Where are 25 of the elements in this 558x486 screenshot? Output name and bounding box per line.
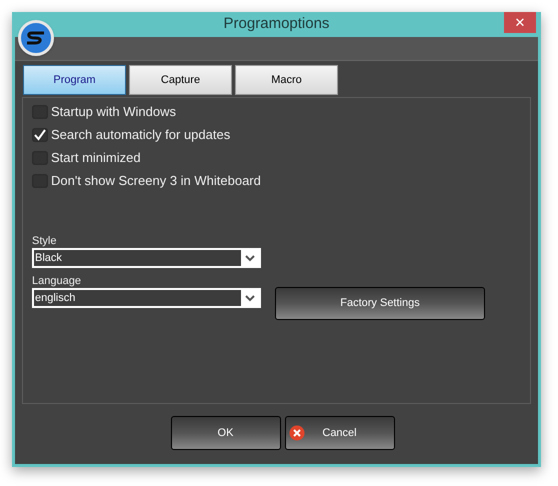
option-label: Startup with Windows [51, 103, 176, 122]
dropdown-value: englisch [34, 290, 241, 306]
checkbox[interactable] [32, 128, 48, 142]
option-label: Search automaticly for updates [51, 126, 230, 144]
cancel-button[interactable]: Cancel [284, 416, 394, 450]
field-label: Language [32, 274, 82, 288]
checkbox[interactable] [32, 151, 48, 165]
window-title: Programoptions [224, 14, 330, 34]
ok-button[interactable]: OK [170, 416, 280, 450]
option-label: Start minimized [51, 149, 141, 168]
tab[interactable]: Program [23, 65, 126, 95]
factory-settings-button[interactable]: Factory Settings [275, 287, 485, 320]
dropdown[interactable]: Black [32, 248, 261, 268]
option-label: Don't show Screeny 3 in Whiteboard [51, 172, 261, 190]
tab[interactable]: Capture [129, 65, 232, 95]
field-label: Style [32, 234, 58, 248]
dropdown[interactable]: englisch [32, 288, 261, 308]
close-circle-icon [288, 425, 304, 441]
tab[interactable]: Macro [235, 65, 338, 95]
dropdown-value: Black [34, 250, 241, 266]
app-logo-icon [18, 20, 54, 56]
close-button[interactable]: ✕ [504, 12, 536, 33]
checkmark-icon [33, 128, 47, 142]
checkbox[interactable] [32, 105, 48, 119]
checkbox[interactable] [32, 174, 48, 188]
